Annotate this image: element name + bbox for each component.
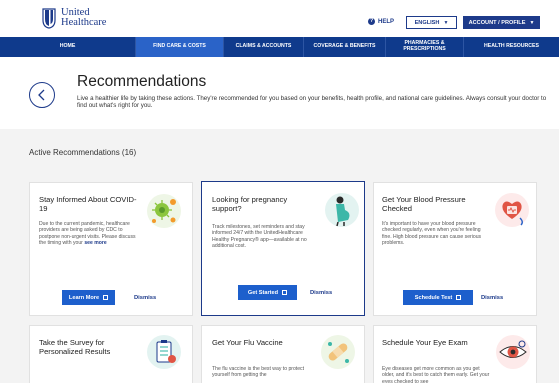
language-select[interactable]: ENGLISH ▼ bbox=[406, 16, 457, 29]
page-title: Recommendations bbox=[77, 73, 207, 90]
recommendation-card-blood-pressure: Get Your Blood Pressure Checked It's imp… bbox=[373, 182, 537, 316]
card-title: Get Your Blood Pressure Checked bbox=[382, 195, 466, 213]
see-more-link[interactable]: see more bbox=[84, 240, 106, 246]
chevron-left-icon bbox=[38, 89, 45, 101]
card-title: Take the Survey for Personalized Results bbox=[39, 338, 111, 356]
uhc-shield-icon bbox=[42, 7, 56, 29]
pregnant-woman-icon bbox=[324, 192, 360, 228]
eye-icon bbox=[495, 334, 531, 370]
main-nav: HOME FIND CARE & COSTS CLAIMS & ACCOUNTS… bbox=[0, 37, 559, 57]
nav-item-coverage[interactable]: COVERAGE & BENEFITS bbox=[304, 37, 386, 57]
section-title: Active Recommendations (16) bbox=[29, 148, 137, 157]
virus-icon bbox=[146, 193, 182, 229]
back-button[interactable] bbox=[29, 82, 55, 108]
schedule-test-button[interactable]: Schedule Test bbox=[403, 290, 473, 305]
page-heading-area bbox=[0, 57, 559, 129]
survey-clipboard-icon bbox=[146, 334, 182, 370]
uhc-logo[interactable]: United Healthcare bbox=[42, 7, 106, 29]
nav-item-pharmacies[interactable]: PHARMACIES & PRESCRIPTIONS bbox=[386, 37, 464, 57]
brand-line-2: Healthcare bbox=[61, 17, 107, 28]
dismiss-button[interactable]: Dismiss bbox=[310, 290, 332, 296]
language-label: ENGLISH bbox=[414, 19, 440, 26]
chevron-down-icon: ▼ bbox=[443, 19, 449, 26]
external-link-icon bbox=[282, 290, 288, 295]
blood-pressure-icon bbox=[494, 192, 530, 228]
card-body: Eye diseases get more common as you get … bbox=[382, 366, 490, 383]
dismiss-button[interactable]: Dismiss bbox=[481, 295, 503, 301]
recommendation-card-flu: Get Your Flu Vaccine The flu vaccine is … bbox=[201, 325, 365, 383]
card-title: Get Your Flu Vaccine bbox=[212, 338, 283, 347]
card-title: Schedule Your Eye Exam bbox=[382, 338, 468, 347]
nav-item-find-care[interactable]: FIND CARE & COSTS bbox=[136, 37, 224, 57]
card-body: The flu vaccine is the best way to prote… bbox=[212, 366, 305, 379]
card-body: It's important to have your blood pressu… bbox=[382, 221, 482, 247]
external-link-icon bbox=[456, 295, 462, 300]
external-link-icon bbox=[103, 295, 109, 300]
chevron-down-icon: ▼ bbox=[529, 19, 535, 26]
card-title: Stay Informed About COVID-19 bbox=[39, 195, 137, 213]
dismiss-button[interactable]: Dismiss bbox=[134, 295, 156, 301]
card-title: Looking for pregnancy support? bbox=[212, 195, 288, 213]
get-started-button[interactable]: Get Started bbox=[238, 285, 297, 300]
recommendation-card-eye-exam: Schedule Your Eye Exam Eye diseases get … bbox=[373, 325, 537, 383]
card-body: Track milestones, set reminders and stay… bbox=[212, 224, 307, 250]
help-label: HELP bbox=[378, 18, 395, 25]
nav-item-home[interactable]: HOME bbox=[0, 37, 136, 57]
account-label: ACCOUNT / PROFILE bbox=[468, 19, 526, 26]
question-circle-icon: ? bbox=[368, 18, 375, 25]
nav-item-health-resources[interactable]: HEALTH RESOURCES bbox=[464, 37, 559, 57]
learn-more-button[interactable]: Learn More bbox=[62, 290, 115, 305]
nav-item-claims[interactable]: CLAIMS & ACCOUNTS bbox=[224, 37, 304, 57]
page-description: Live a healthier life by taking these ac… bbox=[77, 95, 547, 110]
help-link[interactable]: ? HELP bbox=[368, 18, 394, 25]
recommendation-card-pregnancy: Looking for pregnancy support? Track mil… bbox=[201, 181, 365, 316]
vaccine-bandage-icon bbox=[320, 334, 356, 370]
recommendation-card-covid: Stay Informed About COVID-19 Due to the … bbox=[29, 182, 193, 316]
account-profile-button[interactable]: ACCOUNT / PROFILE ▼ bbox=[463, 16, 540, 29]
recommendation-card-survey: Take the Survey for Personalized Results bbox=[29, 325, 193, 383]
